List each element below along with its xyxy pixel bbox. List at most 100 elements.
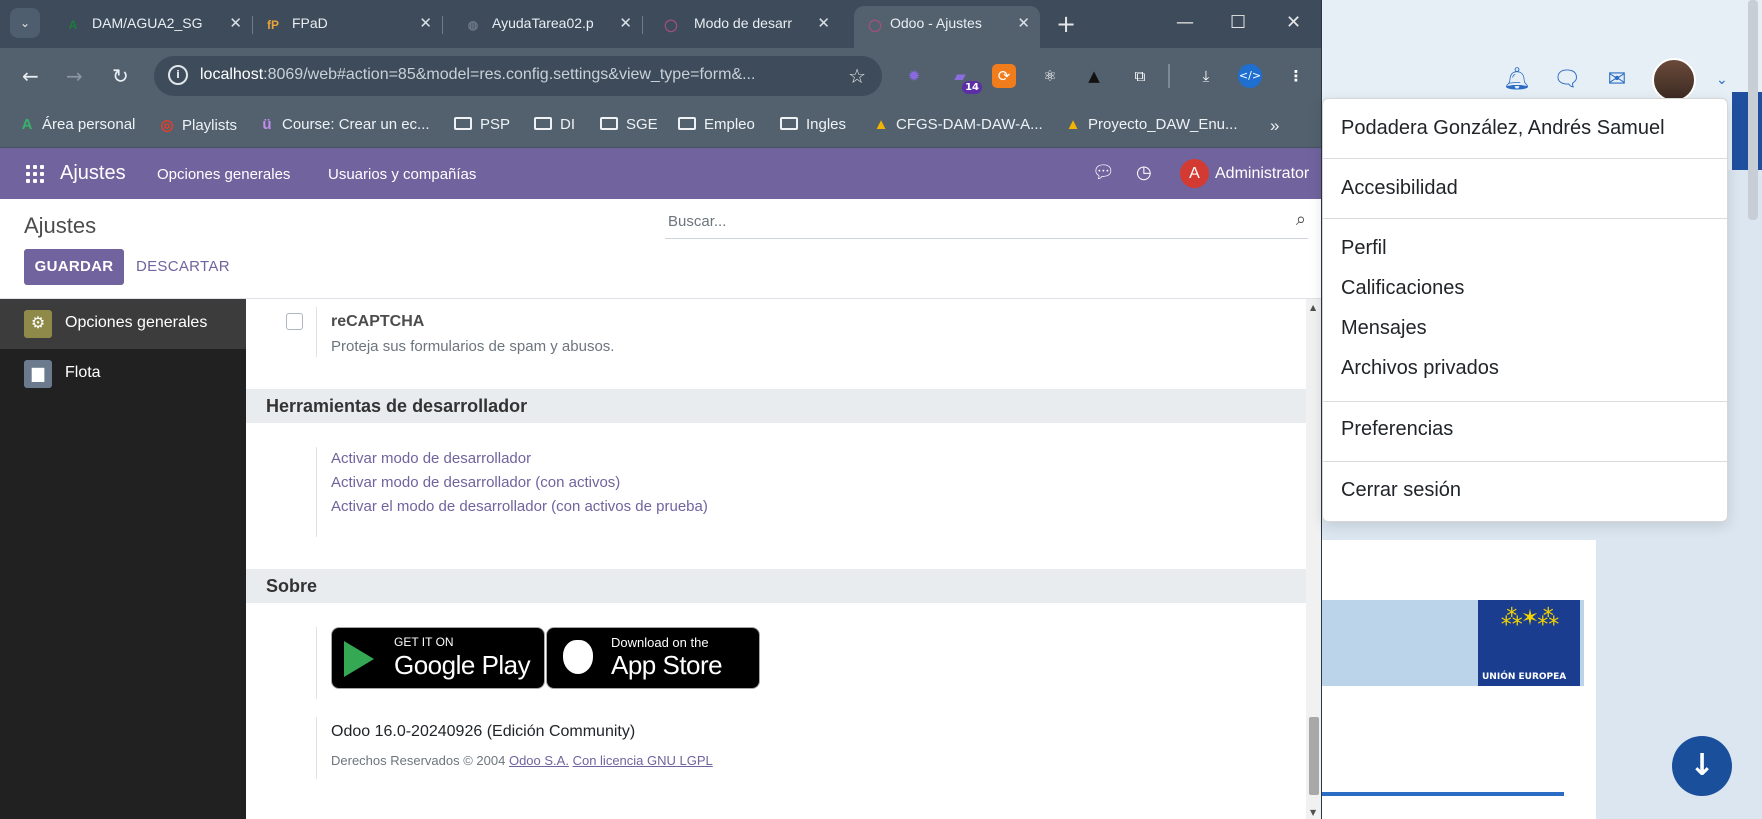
- tab-ayuda-tarea[interactable]: ◍ AyudaTarea02.p ✕: [452, 6, 643, 42]
- user-avatar[interactable]: A: [1180, 159, 1209, 188]
- app-store-badge[interactable]: Download on the App Store: [546, 627, 760, 689]
- close-icon[interactable]: ✕: [817, 14, 830, 32]
- bookmark-cfgs-dam-daw[interactable]: ▲ CFGS-DAM-DAW-A...: [872, 116, 1043, 133]
- bell-icon[interactable]: 🔔︎: [1502, 65, 1532, 95]
- section-about: Sobre: [246, 569, 1306, 603]
- eu-label: UNIÓN EUROPEA: [1482, 672, 1567, 682]
- new-tab-button[interactable]: +: [1056, 10, 1076, 38]
- user-name[interactable]: Administrator: [1215, 165, 1309, 183]
- discuss-chat-icon[interactable]: 💬︎: [1092, 162, 1115, 183]
- close-icon[interactable]: ✕: [229, 14, 242, 32]
- tab-modo-desarrollador[interactable]: ◯ Modo de desarr ✕: [650, 6, 840, 42]
- app-store-big-text: App Store: [611, 650, 723, 680]
- folder-icon: [534, 117, 552, 130]
- menu-item-accesibilidad[interactable]: Accesibilidad: [1341, 177, 1458, 200]
- menu-item-cerrar-sesion[interactable]: Cerrar sesión: [1341, 479, 1461, 502]
- download-icon[interactable]: ⤓: [1194, 64, 1218, 88]
- search-input[interactable]: Buscar... ⌕: [665, 209, 1308, 239]
- moodle-icon: A: [21, 116, 33, 133]
- menu-item-mensajes[interactable]: Mensajes: [1341, 317, 1427, 340]
- bookmark-folder-psp[interactable]: PSP: [454, 116, 510, 133]
- activity-clock-icon[interactable]: ◷: [1136, 162, 1152, 183]
- bookmark-label: SGE: [626, 116, 658, 133]
- back-arrow-icon[interactable]: ←: [22, 64, 39, 88]
- search-icon[interactable]: ⌕: [1296, 209, 1306, 230]
- user-avatar[interactable]: [1652, 58, 1696, 102]
- content-scrollbar[interactable]: ▲ ▼: [1306, 299, 1321, 819]
- sidebar-item-flota[interactable]: ▆ Flota: [0, 349, 246, 399]
- bookmark-folder-ingles[interactable]: Ingles: [780, 116, 846, 133]
- more-bookmarks-icon[interactable]: »: [1270, 116, 1279, 136]
- discard-button[interactable]: DESCARTAR: [136, 249, 230, 285]
- app-brand[interactable]: Ajustes: [60, 162, 126, 185]
- chevron-down-icon[interactable]: ⌄: [1716, 72, 1728, 88]
- apple-icon: [563, 640, 593, 674]
- close-icon[interactable]: ✕: [419, 14, 432, 32]
- sync-extension-icon[interactable]: ⟳: [992, 64, 1016, 88]
- graduation-extension-icon[interactable]: ▰ 14: [948, 64, 982, 94]
- eu-stars-icon: ⁂✶⁂: [1500, 606, 1559, 631]
- bookmark-proyecto-daw[interactable]: ▲ Proyecto_DAW_Enu...: [1064, 116, 1238, 133]
- license-link[interactable]: Con licencia GNU LGPL: [573, 753, 713, 768]
- gear-extension-icon[interactable]: ✹: [902, 64, 926, 88]
- url-text[interactable]: localhost:8069/web#action=85&model=res.c…: [200, 66, 755, 84]
- extension-badge: 14: [962, 81, 982, 94]
- folder-icon: [780, 117, 798, 130]
- activate-developer-mode-assets-link[interactable]: Activar modo de desarrollador (con activ…: [331, 471, 708, 495]
- address-bar[interactable]: i localhost:8069/web#action=85&model=res…: [154, 56, 882, 96]
- react-extension-icon[interactable]: ⚛: [1038, 64, 1062, 88]
- activate-developer-mode-link[interactable]: Activar modo de desarrollador: [331, 447, 708, 471]
- chat-icon[interactable]: 🗨︎: [1552, 65, 1582, 95]
- music-icon: ◎: [160, 117, 174, 134]
- menu-item-calificaciones[interactable]: Calificaciones: [1341, 277, 1464, 300]
- bookmark-area-personal[interactable]: A Área personal: [18, 116, 136, 133]
- bookmark-playlists[interactable]: ◎ Playlists: [158, 116, 237, 134]
- site-info-icon[interactable]: i: [168, 65, 188, 85]
- background-scrollbar[interactable]: [1748, 0, 1758, 220]
- bookmark-star-icon[interactable]: ☆: [848, 64, 866, 88]
- forward-arrow-icon[interactable]: →: [66, 64, 83, 88]
- browser-window: ⌄ A DAM/AGUA2_SG ✕ fP FPaD ✕ ◍ AyudaTare…: [0, 0, 1322, 819]
- tab-title: FPaD: [292, 15, 328, 31]
- menu-opciones-generales[interactable]: Opciones generales: [157, 166, 290, 183]
- code-extension-icon[interactable]: </>: [1238, 64, 1262, 88]
- scrollbar-thumb[interactable]: [1309, 717, 1319, 795]
- tab-title: Modo de desarr: [694, 15, 793, 31]
- menu-divider: [1323, 461, 1727, 462]
- menu-item-archivos-privados[interactable]: Archivos privados: [1341, 357, 1499, 380]
- close-window-icon[interactable]: ✕: [1286, 12, 1301, 33]
- tab-dam-agua2[interactable]: A DAM/AGUA2_SG ✕: [52, 6, 253, 42]
- close-icon[interactable]: ✕: [1017, 14, 1030, 32]
- extensions-puzzle-icon[interactable]: ⧉: [1128, 64, 1152, 88]
- tab-odoo-ajustes[interactable]: ◯ Odoo - Ajustes ✕: [854, 6, 1040, 48]
- save-button[interactable]: GUARDAR: [24, 249, 124, 285]
- tab-bar: ⌄ A DAM/AGUA2_SG ✕ fP FPaD ✕ ◍ AyudaTare…: [0, 0, 1321, 48]
- tab-fpad[interactable]: fP FPaD ✕: [252, 6, 443, 42]
- menu-usuarios-companias[interactable]: Usuarios y compañías: [328, 166, 476, 183]
- scroll-down-button[interactable]: ↓: [1672, 736, 1732, 796]
- angular-extension-icon[interactable]: ▲: [1082, 64, 1106, 88]
- sidebar-item-opciones-generales[interactable]: ⚙ Opciones generales: [0, 299, 246, 349]
- menu-divider: [1323, 218, 1727, 219]
- browser-menu-icon[interactable]: ⋮: [1284, 64, 1308, 88]
- bookmark-folder-sge[interactable]: SGE: [600, 116, 658, 133]
- scroll-down-arrow-icon[interactable]: ▼: [1310, 808, 1316, 817]
- activate-developer-mode-test-assets-link[interactable]: Activar el modo de desarrollador (con ac…: [331, 495, 708, 519]
- bookmark-folder-di[interactable]: DI: [534, 116, 575, 133]
- odoo-sa-link[interactable]: Odoo S.A.: [509, 753, 569, 768]
- mail-icon[interactable]: ✉︎: [1602, 65, 1632, 95]
- bookmark-folder-empleo[interactable]: Empleo: [678, 116, 755, 133]
- minimize-icon[interactable]: —: [1176, 12, 1194, 33]
- apps-menu-icon[interactable]: [26, 165, 44, 183]
- recaptcha-checkbox[interactable]: [286, 313, 303, 330]
- maximize-icon[interactable]: ☐: [1230, 12, 1246, 33]
- bookmark-course[interactable]: ü Course: Crear un ec...: [258, 116, 429, 133]
- bookmark-label: Playlists: [182, 117, 238, 134]
- reload-icon[interactable]: ↻: [112, 64, 129, 88]
- google-play-badge[interactable]: GET IT ON Google Play: [331, 627, 545, 689]
- menu-item-perfil[interactable]: Perfil: [1341, 237, 1387, 260]
- tab-search-button[interactable]: ⌄: [10, 8, 40, 38]
- menu-item-preferencias[interactable]: Preferencias: [1341, 418, 1453, 441]
- close-icon[interactable]: ✕: [619, 14, 632, 32]
- scroll-up-arrow-icon[interactable]: ▲: [1310, 303, 1316, 312]
